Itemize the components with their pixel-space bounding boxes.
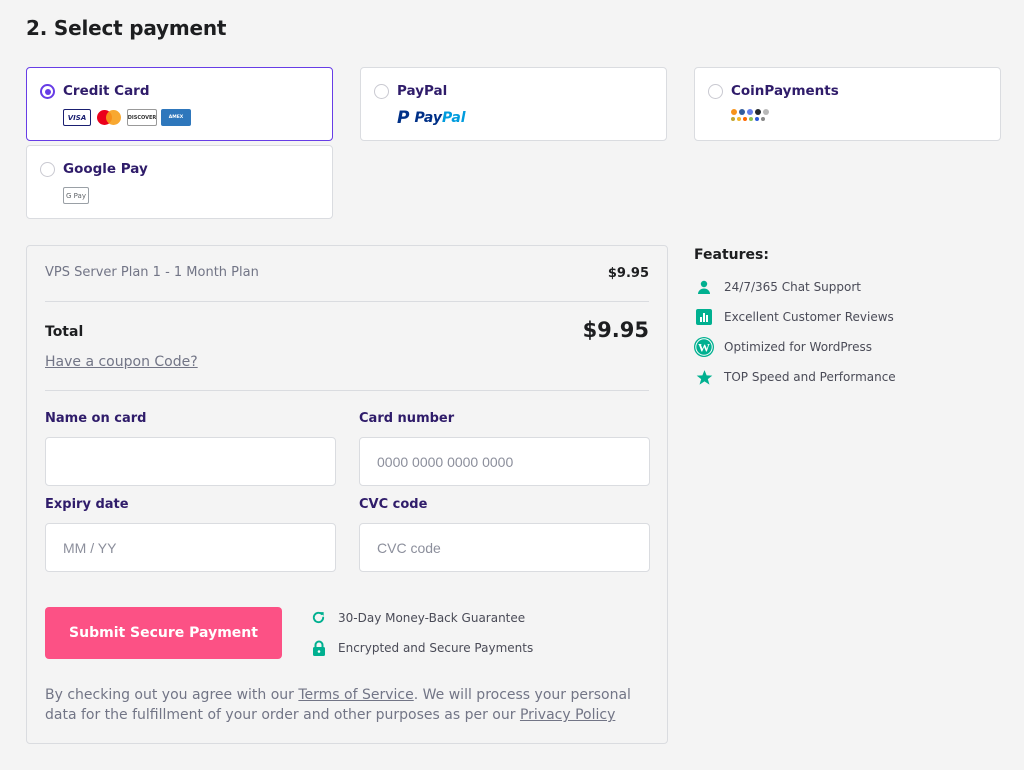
payment-option-coinpayments[interactable]: CoinPayments <box>694 67 1001 141</box>
checkout-panel: VPS Server Plan 1 - 1 Month Plan $9.95 T… <box>26 245 668 744</box>
cvc-code-label: CVC code <box>359 497 428 512</box>
star-icon <box>694 367 714 387</box>
mastercard-logo-icon <box>95 109 123 126</box>
divider <box>45 390 649 391</box>
radio-coinpayments[interactable] <box>708 84 723 99</box>
crypto-coins-icon <box>731 109 769 121</box>
refresh-icon <box>311 610 326 625</box>
terms-notice: By checking out you agree with our Terms… <box>45 687 631 723</box>
wordpress-icon: W <box>694 337 714 357</box>
radio-google-pay[interactable] <box>40 162 55 177</box>
svg-text:W: W <box>698 341 710 355</box>
money-back-guarantee: 30-Day Money-Back Guarantee <box>311 610 525 625</box>
payment-option-credit-card[interactable]: Credit Card VISA DISCOVER AMEX <box>26 67 333 141</box>
lock-icon <box>311 640 326 656</box>
paypal-logo-icon: P PayPal <box>397 108 466 128</box>
visa-logo-icon: VISA <box>63 109 91 126</box>
divider <box>45 301 649 302</box>
payment-option-label: Credit Card <box>63 83 150 99</box>
payment-option-label: CoinPayments <box>731 83 839 99</box>
name-on-card-input[interactable] <box>45 437 336 486</box>
terms-of-service-link[interactable]: Terms of Service <box>298 687 413 703</box>
feature-item: W Optimized for WordPress <box>694 332 896 362</box>
submit-payment-button[interactable]: Submit Secure Payment <box>45 607 282 659</box>
card-number-input[interactable] <box>359 437 650 486</box>
payment-option-google-pay[interactable]: Google Pay G Pay <box>26 145 333 219</box>
total-price: $9.95 <box>582 318 649 342</box>
coupon-link[interactable]: Have a coupon Code? <box>45 354 198 370</box>
privacy-policy-link[interactable]: Privacy Policy <box>520 707 615 723</box>
section-title: 2. Select payment <box>26 16 227 40</box>
radio-paypal[interactable] <box>374 84 389 99</box>
expiry-date-label: Expiry date <box>45 497 129 512</box>
radio-credit-card[interactable] <box>40 84 55 99</box>
card-number-label: Card number <box>359 411 455 426</box>
total-label: Total <box>45 324 84 340</box>
discover-logo-icon: DISCOVER <box>127 109 157 126</box>
features-list: Features: 24/7/365 Chat Support Excellen… <box>694 247 896 392</box>
payment-option-label: Google Pay <box>63 161 148 177</box>
features-title: Features: <box>694 247 769 263</box>
plan-name: VPS Server Plan 1 - 1 Month Plan <box>45 265 259 280</box>
amex-logo-icon: AMEX <box>161 109 191 126</box>
expiry-date-input[interactable] <box>45 523 336 572</box>
cvc-code-input[interactable] <box>359 523 650 572</box>
user-icon <box>694 277 714 297</box>
google-pay-logo-icon: G Pay <box>63 187 89 204</box>
feature-item: 24/7/365 Chat Support <box>694 272 896 302</box>
card-brand-logos: VISA DISCOVER AMEX <box>63 109 191 126</box>
feature-item: Excellent Customer Reviews <box>694 302 896 332</box>
guarantee-text: Encrypted and Secure Payments <box>338 640 534 655</box>
name-on-card-label: Name on card <box>45 411 147 426</box>
payment-option-label: PayPal <box>397 83 448 99</box>
guarantee-text: 30-Day Money-Back Guarantee <box>338 610 526 625</box>
feature-item: TOP Speed and Performance <box>694 362 896 392</box>
secure-payments: Encrypted and Secure Payments <box>311 640 534 656</box>
payment-option-paypal[interactable]: PayPal P PayPal <box>360 67 667 141</box>
plan-price: $9.95 <box>607 266 649 281</box>
chart-icon <box>694 307 714 327</box>
